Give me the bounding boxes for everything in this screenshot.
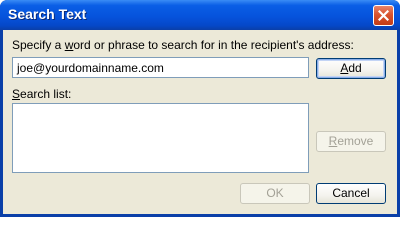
ok-button[interactable]: OK bbox=[240, 183, 310, 204]
search-list-label: Search list: bbox=[12, 87, 72, 101]
dialog-body: Specify a word or phrase to search for i… bbox=[3, 30, 397, 214]
search-text-dialog: Search Text Specify a word or phrase to … bbox=[0, 0, 400, 217]
window-title: Search Text bbox=[8, 6, 87, 22]
search-phrase-input[interactable]: joe@yourdomainname.com bbox=[12, 57, 309, 78]
add-button[interactable]: Add bbox=[316, 58, 386, 79]
instruction-label: Specify a word or phrase to search for i… bbox=[12, 38, 354, 52]
search-list[interactable] bbox=[12, 103, 309, 173]
cancel-button[interactable]: Cancel bbox=[316, 183, 386, 204]
remove-button[interactable]: Remove bbox=[316, 131, 386, 152]
title-bar[interactable]: Search Text bbox=[0, 0, 400, 30]
close-button[interactable] bbox=[373, 5, 394, 26]
close-icon bbox=[378, 10, 389, 21]
